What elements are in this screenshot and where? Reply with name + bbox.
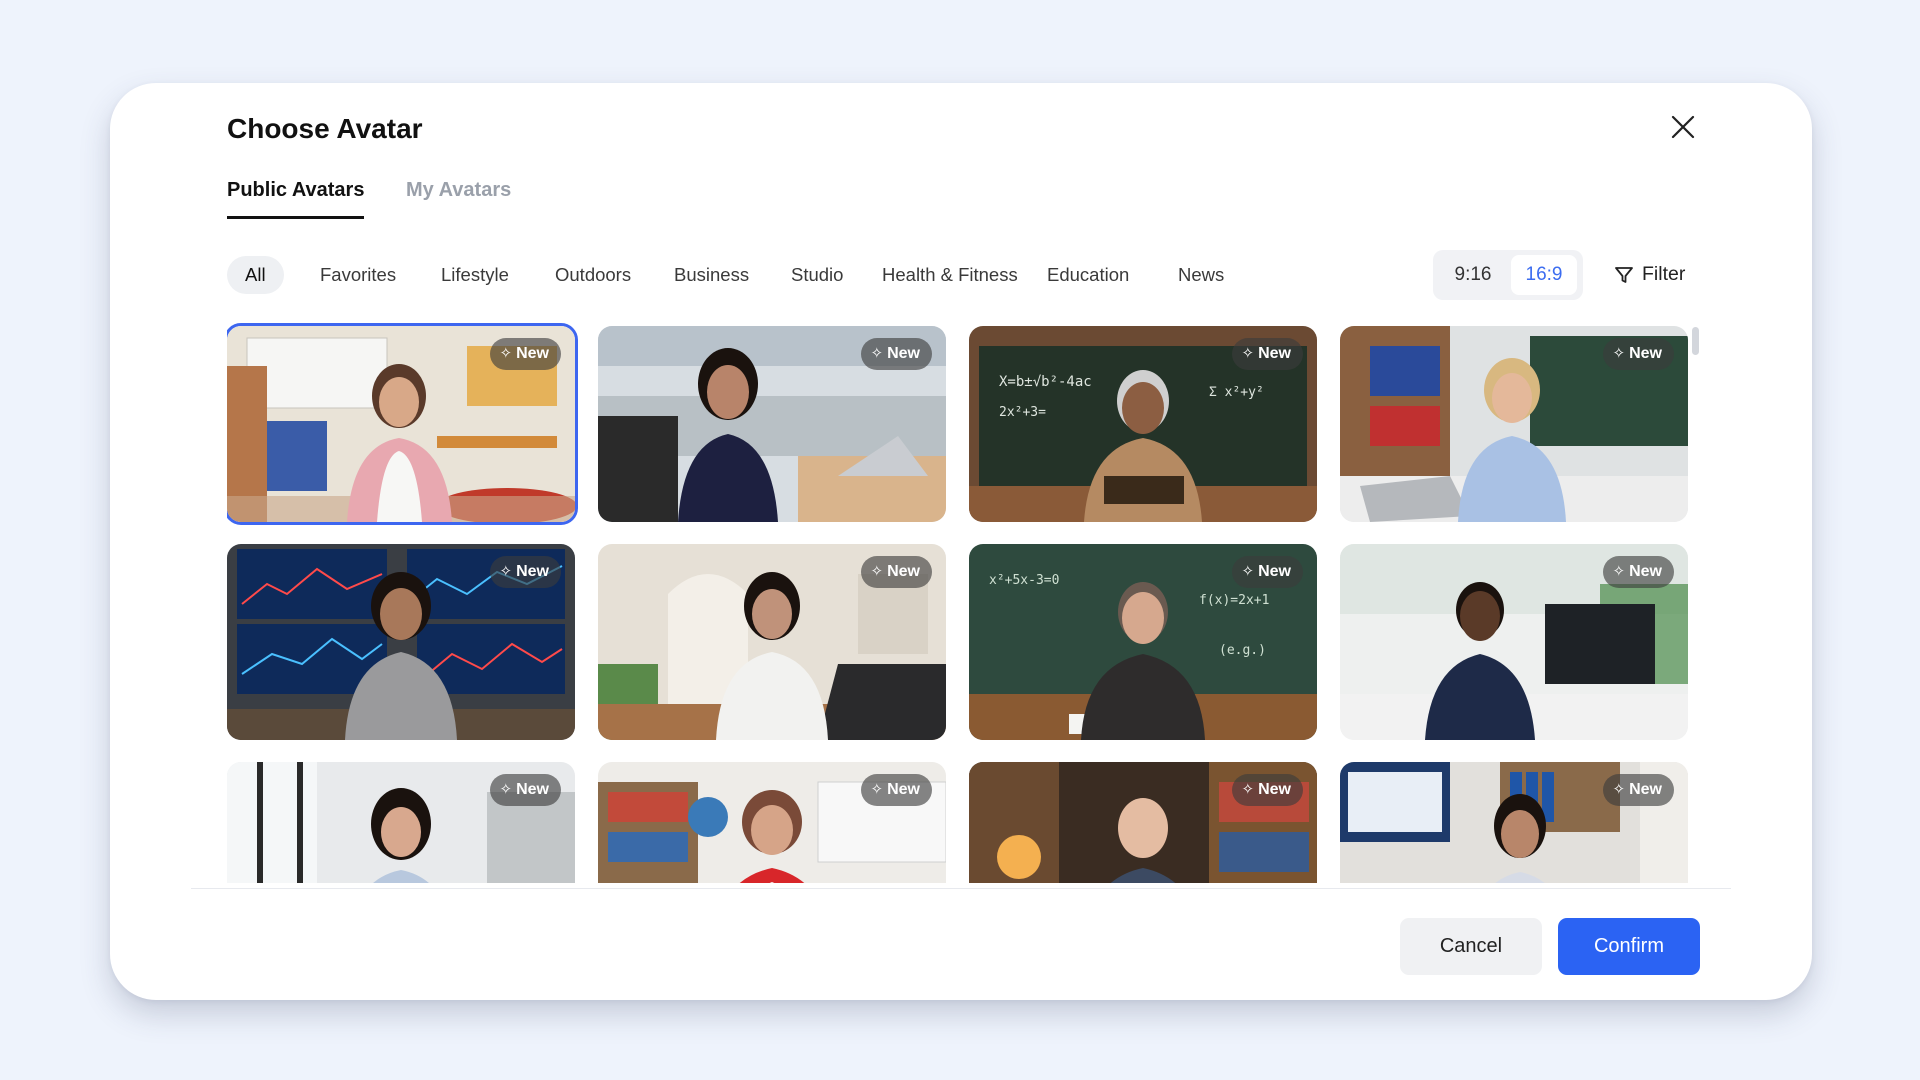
category-business[interactable]: Business [674, 256, 749, 294]
avatar-card[interactable]: ✧ New [598, 544, 946, 740]
new-badge: ✧ New [489, 556, 561, 588]
avatar-card[interactable]: ✧ New [598, 326, 946, 522]
aspect-ratio-toggle: 9:16 16:9 [1433, 250, 1583, 300]
new-badge: ✧ New [860, 338, 932, 370]
sparkle-icon: ✧ [499, 345, 513, 362]
category-health-fitness[interactable]: Health & Fitness [882, 256, 1018, 294]
funnel-icon [1615, 267, 1633, 283]
new-badge: ✧ New [1231, 556, 1303, 588]
new-badge: ✧ New [1602, 774, 1674, 806]
category-favorites[interactable]: Favorites [320, 256, 396, 294]
dialog-title: Choose Avatar [227, 113, 423, 144]
category-studio[interactable]: Studio [791, 256, 843, 294]
sparkle-icon: ✧ [499, 563, 513, 580]
new-badge: ✧ New [860, 556, 932, 588]
sparkle-icon: ✧ [1612, 345, 1626, 362]
footer-divider [191, 888, 1731, 889]
choose-avatar-dialog: Choose Avatar Public Avatars My Avatars … [110, 83, 1812, 1000]
new-badge: ✧ New [1231, 774, 1303, 806]
category-news[interactable]: News [1178, 256, 1224, 294]
confirm-button[interactable]: Confirm [1558, 918, 1700, 975]
sparkle-icon: ✧ [1241, 563, 1255, 580]
avatar-card[interactable]: ✧ New [1340, 762, 1688, 883]
avatar-card[interactable]: X=b±√b²-4ac 2x²+3= Σ x²+y² ✧ New [969, 326, 1317, 522]
new-badge: ✧ New [1602, 338, 1674, 370]
new-badge: ✧ New [489, 774, 561, 806]
grid-scrollbar[interactable] [1692, 327, 1699, 355]
avatar-card[interactable]: ✧ New [227, 544, 575, 740]
close-button[interactable] [1666, 110, 1700, 144]
sparkle-icon: ✧ [1612, 781, 1626, 798]
tab-my-avatars[interactable]: My Avatars [406, 179, 511, 216]
ratio-16-9[interactable]: 16:9 [1511, 255, 1577, 295]
sparkle-icon: ✧ [499, 781, 513, 798]
new-badge: ✧ New [1602, 556, 1674, 588]
avatar-card[interactable]: ✧ New [1340, 326, 1688, 522]
category-all[interactable]: All [227, 256, 284, 294]
avatar-card[interactable]: ✧ New [969, 762, 1317, 883]
avatar-grid: ✧ New ✧ New X=b±√b²-4ac 2x²+3= Σ x²+y² ✧… [227, 323, 1691, 883]
new-badge: ✧ New [489, 338, 561, 370]
tab-public-avatars[interactable]: Public Avatars [227, 179, 365, 219]
category-outdoors[interactable]: Outdoors [555, 256, 631, 294]
new-badge: ✧ New [1231, 338, 1303, 370]
close-icon [1671, 115, 1695, 139]
sparkle-icon: ✧ [1241, 345, 1255, 362]
avatar-card[interactable]: x²+5x-3=0 f(x)=2x+1 (e.g.) ✧ New [969, 544, 1317, 740]
sparkle-icon: ✧ [1241, 781, 1255, 798]
category-education[interactable]: Education [1047, 256, 1129, 294]
sparkle-icon: ✧ [870, 345, 884, 362]
svg-text:f(x)=2x+1: f(x)=2x+1 [1199, 593, 1269, 608]
svg-text:x²+5x-3=0: x²+5x-3=0 [989, 573, 1059, 588]
avatar-card[interactable]: ✧ New [227, 323, 578, 525]
category-lifestyle[interactable]: Lifestyle [441, 256, 509, 294]
new-badge: ✧ New [860, 774, 932, 806]
svg-text:2x²+3=: 2x²+3= [999, 405, 1046, 420]
svg-text:X=b±√b²-4ac: X=b±√b²-4ac [999, 374, 1092, 390]
svg-text:(e.g.): (e.g.) [1219, 643, 1266, 658]
avatar-card[interactable]: ✧ New [598, 762, 946, 883]
avatar-card[interactable]: ✧ New [1340, 544, 1688, 740]
cancel-button[interactable]: Cancel [1400, 918, 1542, 975]
sparkle-icon: ✧ [870, 563, 884, 580]
avatar-card[interactable]: ✧ New [227, 762, 575, 883]
sparkle-icon: ✧ [870, 781, 884, 798]
svg-text:Σ x²+y²: Σ x²+y² [1209, 385, 1264, 400]
sparkle-icon: ✧ [1612, 563, 1626, 580]
filter-label: Filter [1642, 263, 1686, 285]
ratio-9-16[interactable]: 9:16 [1439, 255, 1507, 295]
